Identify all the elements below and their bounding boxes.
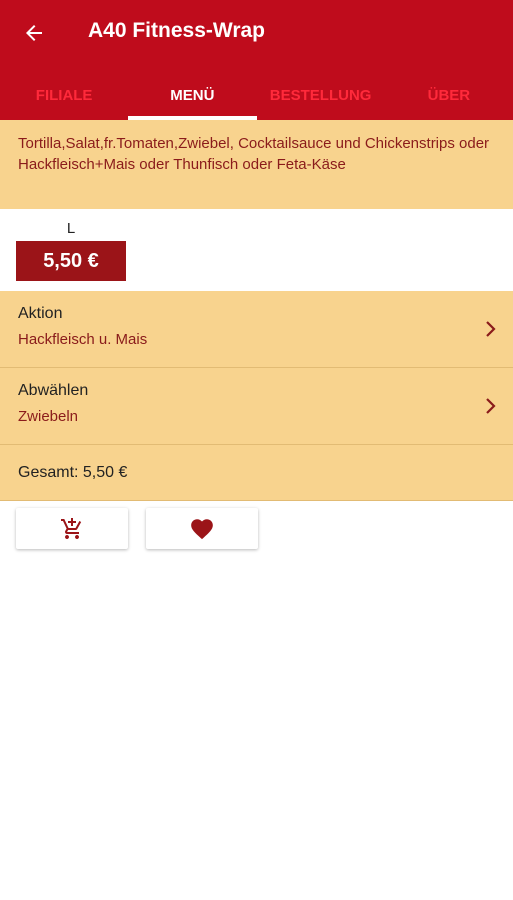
chevron-right-icon (486, 321, 496, 337)
back-button[interactable] (14, 16, 54, 50)
option-title: Abwählen (18, 382, 89, 399)
page-title: A40 Fitness-Wrap (88, 19, 265, 42)
favorite-button[interactable] (146, 508, 258, 549)
product-description: Tortilla,Salat,fr.Tomaten,Zwiebel, Cockt… (0, 120, 513, 209)
tab-bar: FILIALE MENÜ BESTELLUNG ÜBER (0, 72, 513, 120)
option-row-aktion[interactable]: Aktion Hackfleisch u. Mais (0, 291, 513, 368)
option-title: Aktion (18, 305, 63, 322)
total-price: Gesamt: 5,50 € (0, 445, 513, 501)
arrow-left-icon (26, 25, 42, 41)
add-to-cart-button[interactable] (16, 508, 128, 549)
tab-filiale[interactable]: FILIALE (0, 72, 128, 120)
chevron-right-icon (486, 398, 496, 414)
heart-icon (191, 518, 213, 539)
app-bar: A40 Fitness-Wrap FILIALE MENÜ BESTELLUNG… (0, 0, 513, 120)
tab-ueber[interactable]: ÜBER (385, 72, 513, 120)
option-value: Zwiebeln (18, 408, 79, 425)
add-to-cart-icon (61, 517, 82, 539)
tab-menu[interactable]: MENÜ (128, 72, 257, 120)
options-panel: Aktion Hackfleisch u. Mais Abwählen Zwie… (0, 291, 513, 501)
option-value: Hackfleisch u. Mais (18, 331, 148, 348)
option-row-abwaehlen[interactable]: Abwählen Zwiebeln (0, 368, 513, 445)
tab-bestellung[interactable]: BESTELLUNG (257, 72, 385, 120)
size-label: L (66, 220, 76, 237)
price-button[interactable]: 5,50 € (16, 241, 126, 281)
